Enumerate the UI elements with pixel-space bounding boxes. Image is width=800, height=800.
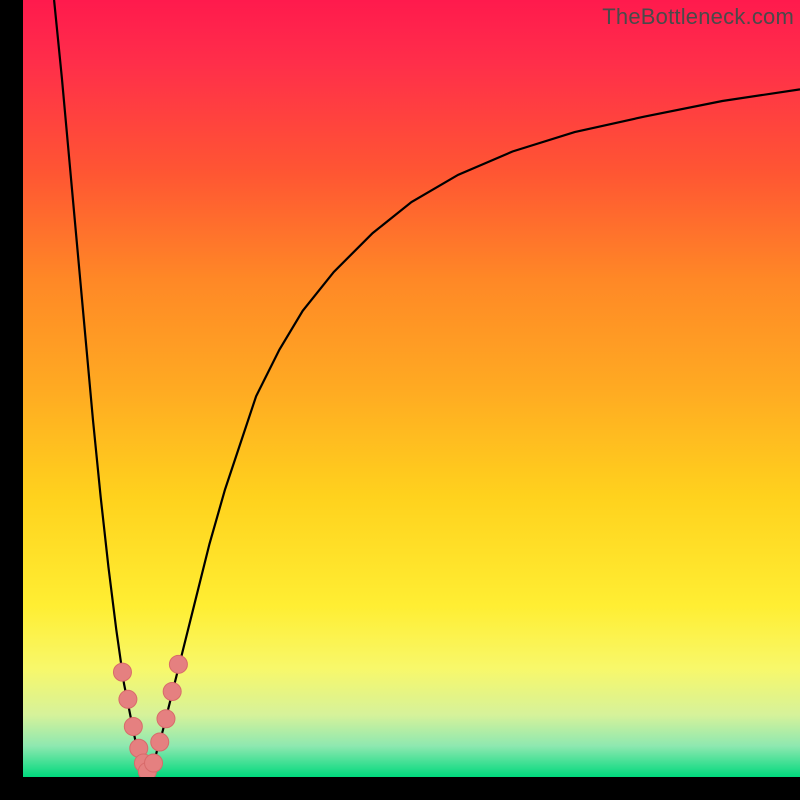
- marker-point: [113, 663, 131, 681]
- marker-point: [157, 710, 175, 728]
- curve-left-branch: [54, 0, 147, 772]
- chart-svg: [23, 0, 800, 777]
- chart-frame: TheBottleneck.com: [23, 0, 800, 777]
- marker-point: [163, 683, 181, 701]
- marker-point: [151, 733, 169, 751]
- marker-point: [145, 754, 163, 772]
- marker-point: [124, 718, 142, 736]
- marker-point: [169, 655, 187, 673]
- marker-point: [119, 690, 137, 708]
- curve-group: [54, 0, 800, 772]
- marker-group: [113, 655, 187, 777]
- curve-right-branch: [147, 89, 800, 772]
